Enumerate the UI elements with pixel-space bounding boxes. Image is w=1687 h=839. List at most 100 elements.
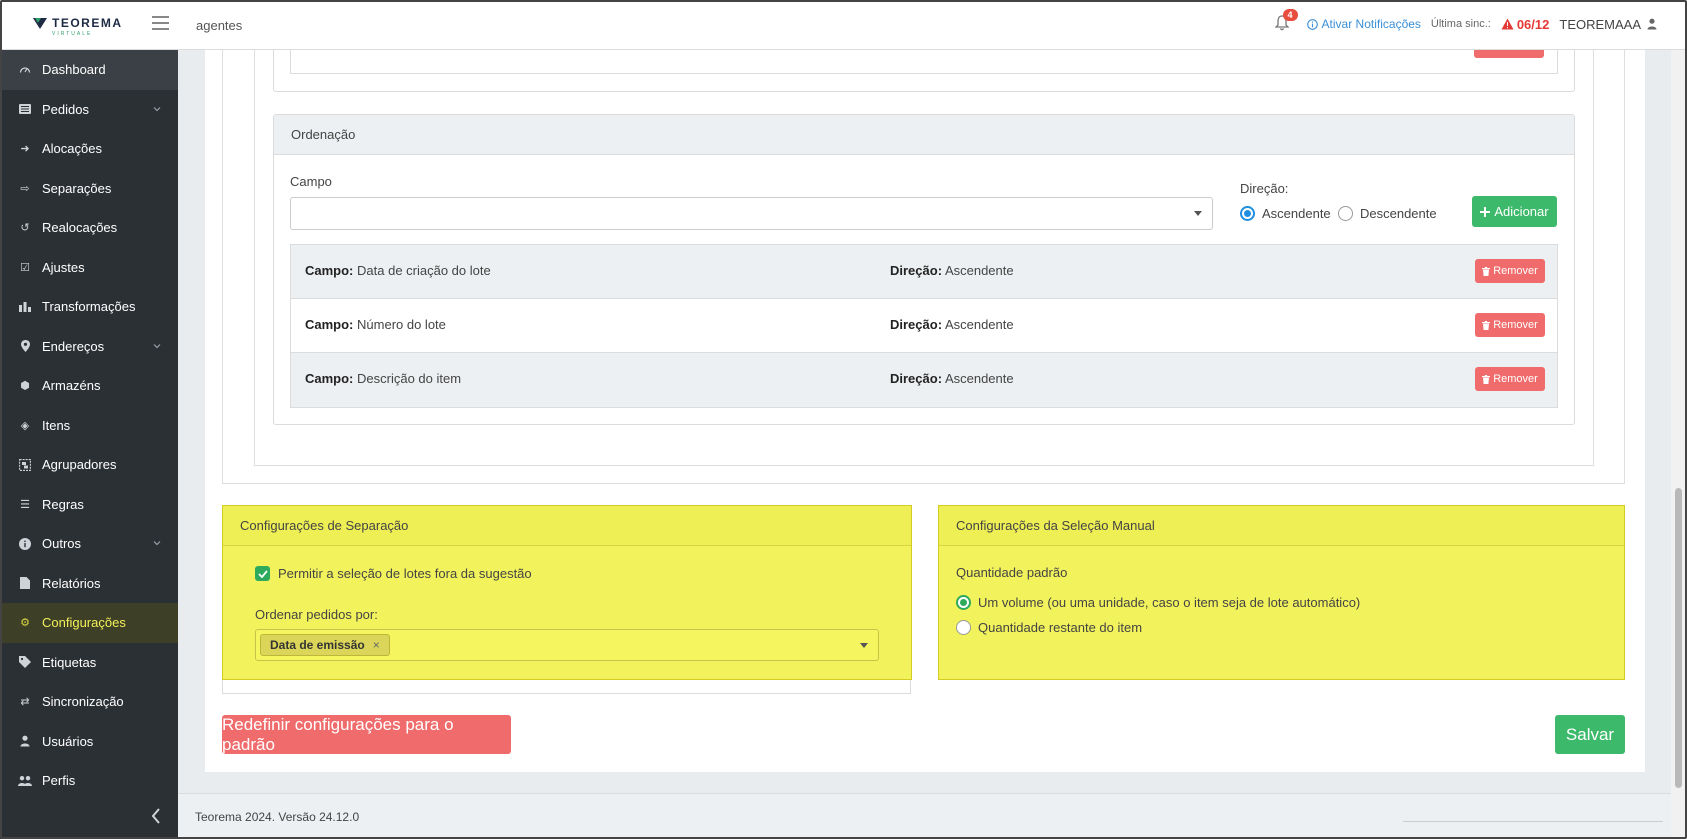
direction-prefix: Direção: xyxy=(890,317,943,332)
sidebar-item-relatorios[interactable]: Relatórios xyxy=(0,564,178,604)
quantity-option-volume-radio[interactable]: Um volume (ou uma unidade, caso o item s… xyxy=(956,595,1360,610)
sidebar-item-label: Separações xyxy=(42,180,112,196)
sidebar-item-outros[interactable]: Outros xyxy=(0,524,178,564)
order-by-select[interactable]: Data de emissão × xyxy=(255,629,879,661)
field-prefix: Campo: xyxy=(305,263,354,278)
radio-label: Quantidade restante do item xyxy=(978,620,1143,635)
trash-icon xyxy=(1482,266,1491,276)
checkbox-checked-icon xyxy=(255,566,270,581)
sidebar-item-armazens[interactable]: ⬢ Armazéns xyxy=(0,366,178,406)
radio-label: Descendente xyxy=(1360,206,1437,221)
manual-selection-title: Configurações da Seleção Manual xyxy=(939,506,1624,546)
save-button[interactable]: Salvar xyxy=(1555,715,1625,754)
user-menu[interactable]: TEOREMAAA xyxy=(1559,17,1657,32)
campo-select[interactable] xyxy=(290,197,1213,230)
sidebar-item-label: Perfis xyxy=(42,773,76,789)
direcao-ascendente-radio[interactable]: Ascendente xyxy=(1240,206,1331,221)
collapse-sidebar-icon[interactable] xyxy=(150,807,162,825)
scrollbar-thumb[interactable] xyxy=(1675,488,1682,788)
breadcrumb: agentes xyxy=(196,18,243,33)
map-marker-icon xyxy=(18,339,32,353)
sidebar-item-label: Itens xyxy=(42,417,71,433)
sidebar-item-ajustes[interactable]: ☑ Ajustes xyxy=(0,248,178,288)
undo-icon: ↺ xyxy=(20,222,30,235)
sign-in-icon: ➜ xyxy=(20,143,30,156)
allow-lots-outside-suggestion-checkbox[interactable]: Permitir a seleção de lotes fora da suge… xyxy=(255,566,532,581)
sidebar-item-alocacoes[interactable]: ➜ Alocações xyxy=(0,129,178,169)
sidebar-item-pedidos[interactable]: Pedidos xyxy=(0,90,178,130)
notification-bell[interactable]: 4 xyxy=(1273,9,1298,33)
sidebar-item-etiquetas[interactable]: Etiquetas xyxy=(0,643,178,683)
user-name: TEOREMAAA xyxy=(1559,16,1641,32)
sidebar-item-perfis[interactable]: Perfis xyxy=(0,761,178,801)
list-icon xyxy=(18,102,32,116)
enable-notifications-link[interactable]: Ativar Notificações xyxy=(1306,17,1421,31)
file-icon xyxy=(18,576,32,590)
check-square-icon: ☑ xyxy=(20,261,30,274)
warning-icon xyxy=(1501,18,1514,30)
sidebar-item-separacoes[interactable]: ⇨ Separações xyxy=(0,169,178,209)
page-scrollbar[interactable] xyxy=(1671,50,1685,839)
ordering-field-value: Descrição do item xyxy=(357,371,462,386)
logo-mark-icon xyxy=(33,18,47,29)
object-group-icon xyxy=(18,458,32,472)
footer-version: Teorema 2024. Versão 24.12.0 xyxy=(195,810,360,824)
sidebar-item-usuarios[interactable]: Usuários xyxy=(0,722,178,762)
enable-notifications-label: Ativar Notificações xyxy=(1321,17,1421,31)
sign-out-icon: ⇨ xyxy=(20,182,30,195)
ordering-list: Campo: Data de criação do lote Direção: … xyxy=(290,244,1558,408)
list-ul-icon: ☰ xyxy=(20,498,30,511)
bar-chart-icon xyxy=(18,300,32,314)
radio-unselected-icon xyxy=(1338,206,1353,221)
sidebar-item-sincronizacao[interactable]: ⇄ Sincronização xyxy=(0,682,178,722)
cubes-icon: ⬢ xyxy=(20,380,30,393)
sidebar-item-label: Realocações xyxy=(42,220,118,236)
previous-panel-row xyxy=(290,50,1558,74)
remove-ordering-button[interactable]: Remover xyxy=(1475,367,1545,391)
separation-settings-title: Configurações de Separação xyxy=(223,506,911,546)
sidebar-item-label: Relatórios xyxy=(42,575,101,591)
ordering-field-value: Data de criação do lote xyxy=(357,263,491,278)
ordering-row: Campo: Número do lote Direção: Ascendent… xyxy=(291,299,1557,353)
reset-defaults-button[interactable]: Redefinir configurações para o padrão xyxy=(222,715,511,754)
remove-ordering-button[interactable]: Remover xyxy=(1475,259,1545,283)
remove-button-partial[interactable] xyxy=(1474,50,1544,58)
radio-selected-icon xyxy=(956,595,971,610)
sidebar-item-realocacoes[interactable]: ↺ Realocações xyxy=(0,208,178,248)
info-circle-icon xyxy=(1306,18,1318,30)
sidebar-item-label: Dashboard xyxy=(42,62,106,78)
direction-prefix: Direção: xyxy=(890,371,943,386)
sidebar-item-label: Usuários xyxy=(42,733,94,749)
sidebar-item-configuracoes[interactable]: ⚙ Configurações xyxy=(0,603,178,643)
logo[interactable]: TEOREMA VIRTUALE xyxy=(32,15,123,37)
sidebar-item-label: Ajustes xyxy=(42,259,85,275)
ordering-panel-title: Ordenação xyxy=(274,115,1574,155)
separation-settings-panel: Configurações de Separação Permitir a se… xyxy=(222,505,912,680)
add-ordering-button[interactable]: Adicionar xyxy=(1472,196,1557,227)
sidebar-item-itens[interactable]: ◈ Itens xyxy=(0,406,178,446)
remove-label: Remover xyxy=(1493,373,1538,385)
sidebar-item-agrupadores[interactable]: Agrupadores xyxy=(0,445,178,485)
logo-subtext: VIRTUALE xyxy=(52,31,93,37)
sidebar-item-regras[interactable]: ☰ Regras xyxy=(0,485,178,525)
plus-icon xyxy=(1480,206,1491,217)
remove-tag-icon[interactable]: × xyxy=(373,638,380,652)
user-icon xyxy=(1647,18,1657,30)
logo-text: TEOREMA xyxy=(52,16,123,30)
sidebar: Dashboard Pedidos ➜ Alocações ⇨ Separaçõ… xyxy=(0,50,178,839)
sidebar-item-enderecos[interactable]: Endereços xyxy=(0,327,178,367)
field-prefix: Campo: xyxy=(305,371,354,386)
ordering-direction-value: Ascendente xyxy=(944,263,1014,278)
dashboard-icon xyxy=(18,63,32,77)
caret-down-icon xyxy=(860,643,868,648)
sidebar-item-dashboard[interactable]: Dashboard xyxy=(0,50,178,90)
quantity-option-remaining-radio[interactable]: Quantidade restante do item xyxy=(956,620,1142,635)
sidebar-item-label: Configurações xyxy=(42,615,126,631)
direcao-descendente-radio[interactable]: Descendente xyxy=(1338,206,1437,221)
cube-icon: ◈ xyxy=(20,419,30,432)
last-sync-status: 06/12 xyxy=(1501,17,1549,32)
sidebar-item-transformacoes[interactable]: Transformações xyxy=(0,287,178,327)
menu-toggle-icon[interactable] xyxy=(152,16,169,30)
selected-tag-label: Data de emissão xyxy=(270,638,365,652)
remove-ordering-button[interactable]: Remover xyxy=(1475,313,1545,337)
